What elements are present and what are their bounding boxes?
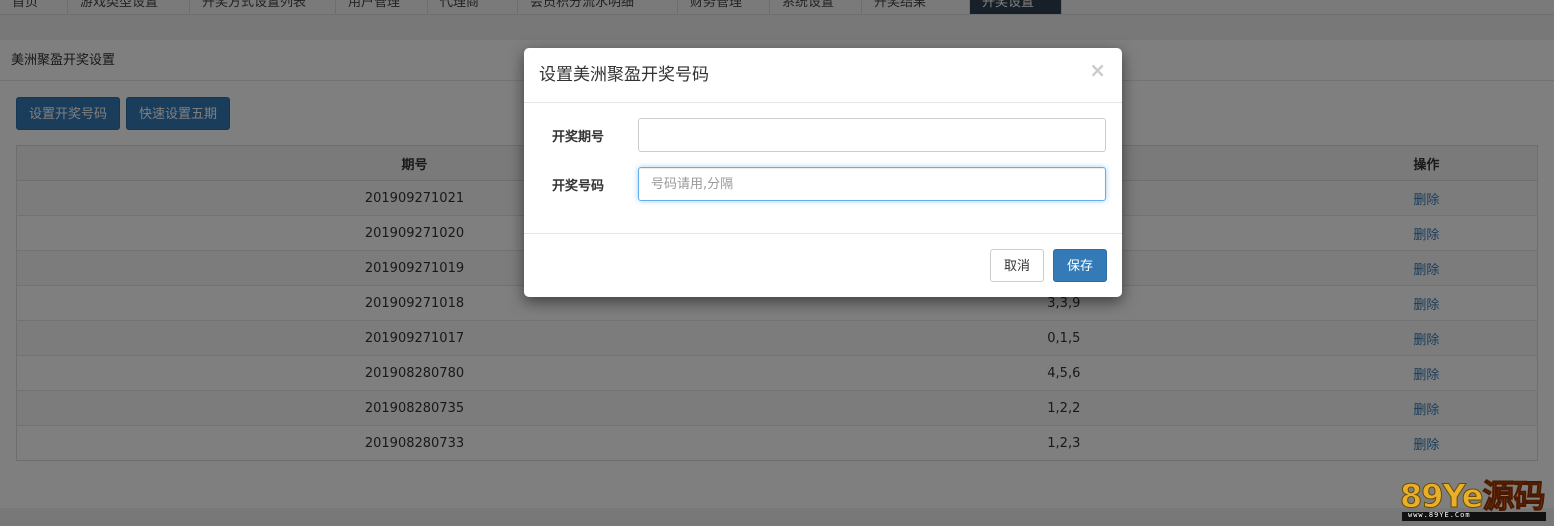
number-label: 开奖号码: [552, 179, 605, 194]
close-icon[interactable]: ×: [1089, 60, 1106, 80]
watermark-chinese: 源码: [1482, 477, 1546, 515]
modal-title: 设置美洲聚盈开奖号码: [539, 65, 709, 85]
number-input[interactable]: [638, 167, 1106, 201]
watermark-number: 89: [1400, 477, 1445, 515]
modal-header: 设置美洲聚盈开奖号码 ×: [524, 48, 1122, 103]
set-number-dialog: 设置美洲聚盈开奖号码 × 开奖期号 开奖号码 取消 保存: [524, 48, 1122, 297]
number-row: 开奖号码: [524, 167, 1122, 201]
watermark-logo: 89Ye源码 www.89YE.Com: [1398, 478, 1548, 522]
save-button[interactable]: 保存: [1053, 249, 1107, 282]
cancel-button[interactable]: 取消: [990, 249, 1044, 282]
modal-footer: 取消 保存: [524, 233, 1122, 297]
period-input[interactable]: [638, 118, 1106, 152]
period-row: 开奖期号: [524, 118, 1122, 152]
period-label: 开奖期号: [552, 130, 605, 145]
watermark-url: www.89YE.Com: [1408, 511, 1471, 519]
modal-body: 开奖期号 开奖号码: [524, 103, 1122, 233]
watermark-ye: Ye: [1442, 477, 1484, 515]
